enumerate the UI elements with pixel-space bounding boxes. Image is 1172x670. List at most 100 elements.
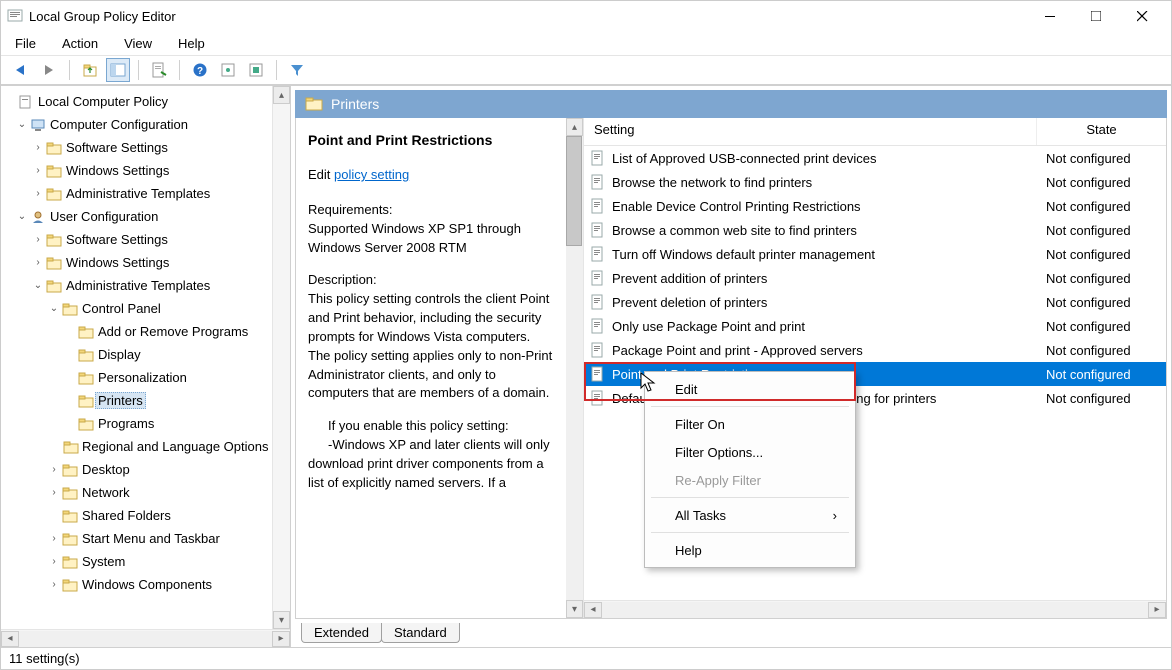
tree-add-remove-programs[interactable]: Add or Remove Programs — [1, 320, 272, 343]
tab-standard[interactable]: Standard — [381, 623, 460, 643]
menu-help[interactable]: Help — [174, 34, 209, 53]
svg-text:?: ? — [197, 66, 203, 77]
description-scrollbar[interactable]: ▴ ▾ — [566, 118, 584, 618]
policy-icon — [590, 270, 606, 286]
tree-startmenu[interactable]: ›Start Menu and Taskbar — [1, 527, 272, 550]
scroll-left-icon[interactable]: ◂ — [1, 631, 19, 647]
settings-list[interactable]: Setting State List of Approved USB-conne… — [584, 118, 1166, 618]
context-help[interactable]: Help — [645, 536, 855, 564]
description-panel: Point and Print Restrictions Edit policy… — [296, 118, 566, 618]
up-button[interactable] — [78, 58, 102, 82]
scroll-up-icon[interactable]: ▴ — [273, 86, 290, 104]
extra-button-1[interactable] — [216, 58, 240, 82]
list-row[interactable]: Prevent addition of printersNot configur… — [584, 266, 1166, 290]
tree-display[interactable]: Display — [1, 343, 272, 366]
tree-programs[interactable]: Programs — [1, 412, 272, 435]
folder-icon — [61, 578, 79, 592]
menu-action[interactable]: Action — [58, 34, 102, 53]
properties-button[interactable] — [147, 58, 171, 82]
scroll-right-icon[interactable]: ▸ — [272, 631, 290, 647]
folder-icon — [61, 302, 79, 316]
column-state[interactable]: State — [1036, 118, 1166, 145]
list-row[interactable]: Package Point and print - Approved serve… — [584, 338, 1166, 362]
tree-uc-windows[interactable]: ›Windows Settings — [1, 251, 272, 274]
context-edit[interactable]: Edit — [645, 375, 855, 403]
tree-cc-admin[interactable]: ›Administrative Templates — [1, 182, 272, 205]
list-row[interactable]: Enable Device Control Printing Restricti… — [584, 194, 1166, 218]
description-heading: Description: — [308, 271, 554, 290]
scroll-up-icon[interactable]: ▴ — [566, 118, 583, 136]
description-body-3: -Windows XP and later clients will only … — [308, 436, 554, 493]
scroll-down-icon[interactable]: ▾ — [566, 600, 583, 618]
folder-icon — [77, 417, 95, 431]
folder-icon — [45, 279, 63, 293]
list-row[interactable]: Only use Package Point and printNot conf… — [584, 314, 1166, 338]
tree-computer-configuration[interactable]: ⌄Computer Configuration — [1, 113, 272, 136]
setting-state: Not configured — [1036, 295, 1166, 310]
statusbar: 11 setting(s) — [1, 647, 1171, 669]
list-row[interactable]: Browse the network to find printersNot c… — [584, 170, 1166, 194]
tree-printers[interactable]: Printers — [1, 389, 272, 412]
tree[interactable]: Local Computer Policy ⌄Computer Configur… — [1, 86, 272, 629]
column-setting[interactable]: Setting — [584, 118, 1036, 145]
list-row[interactable]: Browse a common web site to find printer… — [584, 218, 1166, 242]
folder-icon — [61, 555, 79, 569]
tree-desktop[interactable]: ›Desktop — [1, 458, 272, 481]
setting-name: Turn off Windows default printer managem… — [612, 247, 875, 262]
context-all-tasks[interactable]: All Tasks› — [645, 501, 855, 529]
app-icon — [7, 7, 23, 26]
tree-personalization[interactable]: Personalization — [1, 366, 272, 389]
tree-cc-windows[interactable]: ›Windows Settings — [1, 159, 272, 182]
back-button[interactable] — [9, 58, 33, 82]
folder-icon — [77, 371, 95, 385]
policy-icon — [590, 342, 606, 358]
context-filter-options[interactable]: Filter Options... — [645, 438, 855, 466]
list-row[interactable]: Prevent deletion of printersNot configur… — [584, 290, 1166, 314]
tab-extended[interactable]: Extended — [301, 623, 382, 643]
policy-icon — [590, 294, 606, 310]
details-header: Printers — [295, 90, 1167, 118]
window-title: Local Group Policy Editor — [29, 9, 176, 24]
menu-file[interactable]: File — [11, 34, 40, 53]
tree-uc-admin[interactable]: ⌄Administrative Templates — [1, 274, 272, 297]
tree-network[interactable]: ›Network — [1, 481, 272, 504]
scroll-left-icon[interactable]: ◂ — [584, 602, 602, 618]
tree-uc-software[interactable]: ›Software Settings — [1, 228, 272, 251]
policy-icon — [590, 390, 606, 406]
chevron-right-icon: › — [833, 508, 837, 523]
filter-button[interactable] — [285, 58, 309, 82]
setting-name: Only use Package Point and print — [612, 319, 805, 334]
scroll-down-icon[interactable]: ▾ — [273, 611, 290, 629]
help-button[interactable]: ? — [188, 58, 212, 82]
close-button[interactable] — [1119, 1, 1165, 31]
setting-state: Not configured — [1036, 199, 1166, 214]
tree-regional[interactable]: Regional and Language Options — [1, 435, 272, 458]
tree-horizontal-scrollbar[interactable]: ◂ ▸ — [1, 629, 290, 647]
tree-system[interactable]: ›System — [1, 550, 272, 573]
tree-windows-components[interactable]: ›Windows Components — [1, 573, 272, 596]
show-hide-tree-button[interactable] — [106, 58, 130, 82]
folder-icon — [61, 532, 79, 546]
maximize-button[interactable] — [1073, 1, 1119, 31]
list-horizontal-scrollbar[interactable]: ◂ ▸ — [584, 600, 1166, 618]
policy-setting-link[interactable]: policy setting — [334, 167, 409, 182]
tree-user-configuration[interactable]: ⌄User Configuration — [1, 205, 272, 228]
list-row[interactable]: Turn off Windows default printer managem… — [584, 242, 1166, 266]
tree-control-panel[interactable]: ⌄Control Panel — [1, 297, 272, 320]
description-body-2: If you enable this policy setting: — [308, 417, 554, 436]
extra-button-2[interactable] — [244, 58, 268, 82]
folder-icon — [77, 325, 95, 339]
tree-root[interactable]: Local Computer Policy — [1, 90, 272, 113]
folder-icon — [61, 509, 79, 523]
menubar: File Action View Help — [1, 31, 1171, 55]
minimize-button[interactable] — [1027, 1, 1073, 31]
forward-button[interactable] — [37, 58, 61, 82]
tree-vertical-scrollbar[interactable]: ▴ ▾ — [272, 86, 290, 629]
setting-state: Not configured — [1036, 271, 1166, 286]
menu-view[interactable]: View — [120, 34, 156, 53]
tree-shared-folders[interactable]: Shared Folders — [1, 504, 272, 527]
context-filter-on[interactable]: Filter On — [645, 410, 855, 438]
scroll-right-icon[interactable]: ▸ — [1148, 602, 1166, 618]
tree-cc-software[interactable]: ›Software Settings — [1, 136, 272, 159]
list-row[interactable]: List of Approved USB-connected print dev… — [584, 146, 1166, 170]
